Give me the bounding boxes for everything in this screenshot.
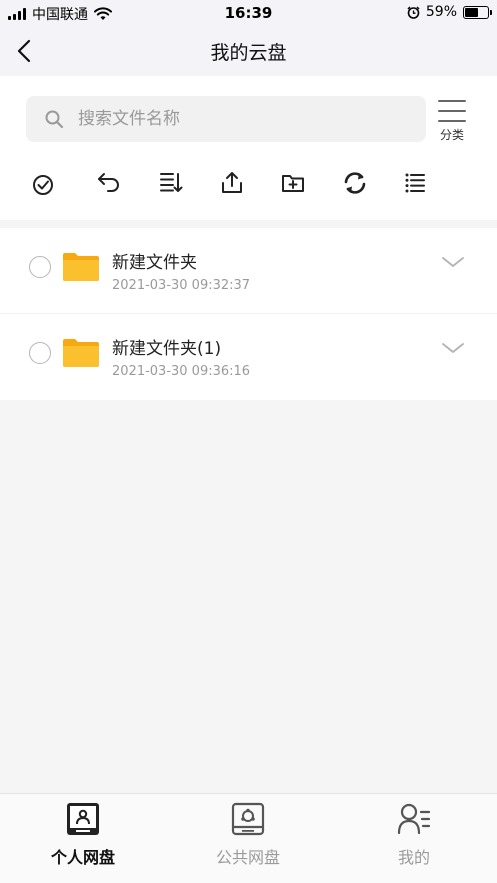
nav-bar: 我的云盘 — [0, 26, 497, 76]
category-button[interactable]: 分类 — [432, 98, 472, 148]
tab-label: 个人网盘 — [50, 848, 115, 867]
battery-icon — [463, 5, 492, 19]
file-time: 2021-03-30 09:36:16 — [112, 364, 251, 379]
search-box[interactable] — [26, 96, 426, 142]
select-radio[interactable] — [29, 342, 51, 364]
category-label: 分类 — [439, 128, 464, 142]
new-folder-icon[interactable] — [280, 170, 306, 196]
folder-icon — [63, 339, 99, 367]
personal-drive-icon — [67, 803, 99, 835]
toolbar-section: 分类 — [0, 76, 497, 220]
chevron-down-icon[interactable] — [440, 252, 466, 272]
file-time: 2021-03-30 09:32:37 — [112, 278, 251, 293]
tab-personal-drive[interactable]: 个人网盘 — [23, 802, 143, 876]
profile-icon — [397, 803, 431, 835]
tab-bar: 个人网盘 公共网盘 我的 — [0, 793, 497, 883]
tab-label: 我的 — [397, 848, 430, 867]
select-all-icon[interactable] — [30, 170, 56, 196]
sort-icon[interactable] — [158, 170, 184, 196]
alarm-icon — [407, 5, 420, 19]
upload-icon[interactable] — [219, 170, 245, 196]
undo-icon[interactable] — [96, 170, 122, 196]
chevron-down-icon[interactable] — [440, 338, 466, 358]
search-input[interactable] — [78, 109, 378, 129]
tool-icons — [0, 170, 497, 198]
page-title: 我的云盘 — [210, 42, 287, 64]
refresh-icon[interactable] — [342, 170, 368, 196]
public-drive-icon — [231, 802, 265, 836]
status-bar: 中国联通 16:39 59% — [0, 0, 497, 26]
folder-icon — [63, 253, 99, 281]
select-radio[interactable] — [29, 256, 51, 278]
tab-label: 公共网盘 — [215, 848, 280, 867]
file-name: 新建文件夹 — [112, 253, 197, 273]
battery-percent: 59% — [425, 4, 457, 20]
menu-icon — [438, 100, 466, 122]
file-row[interactable]: 新建文件夹 2021-03-30 09:32:37 — [0, 228, 497, 314]
status-right: 59% — [407, 4, 492, 20]
file-row[interactable]: 新建文件夹(1) 2021-03-30 09:36:16 — [0, 314, 497, 400]
file-name: 新建文件夹(1) — [112, 339, 222, 359]
file-list: 新建文件夹 2021-03-30 09:32:37 新建文件夹(1) 2021-… — [0, 228, 497, 400]
list-view-icon[interactable] — [402, 170, 428, 196]
search-icon — [45, 110, 64, 129]
tab-mine[interactable]: 我的 — [354, 802, 474, 876]
tab-public-drive[interactable]: 公共网盘 — [188, 802, 308, 876]
